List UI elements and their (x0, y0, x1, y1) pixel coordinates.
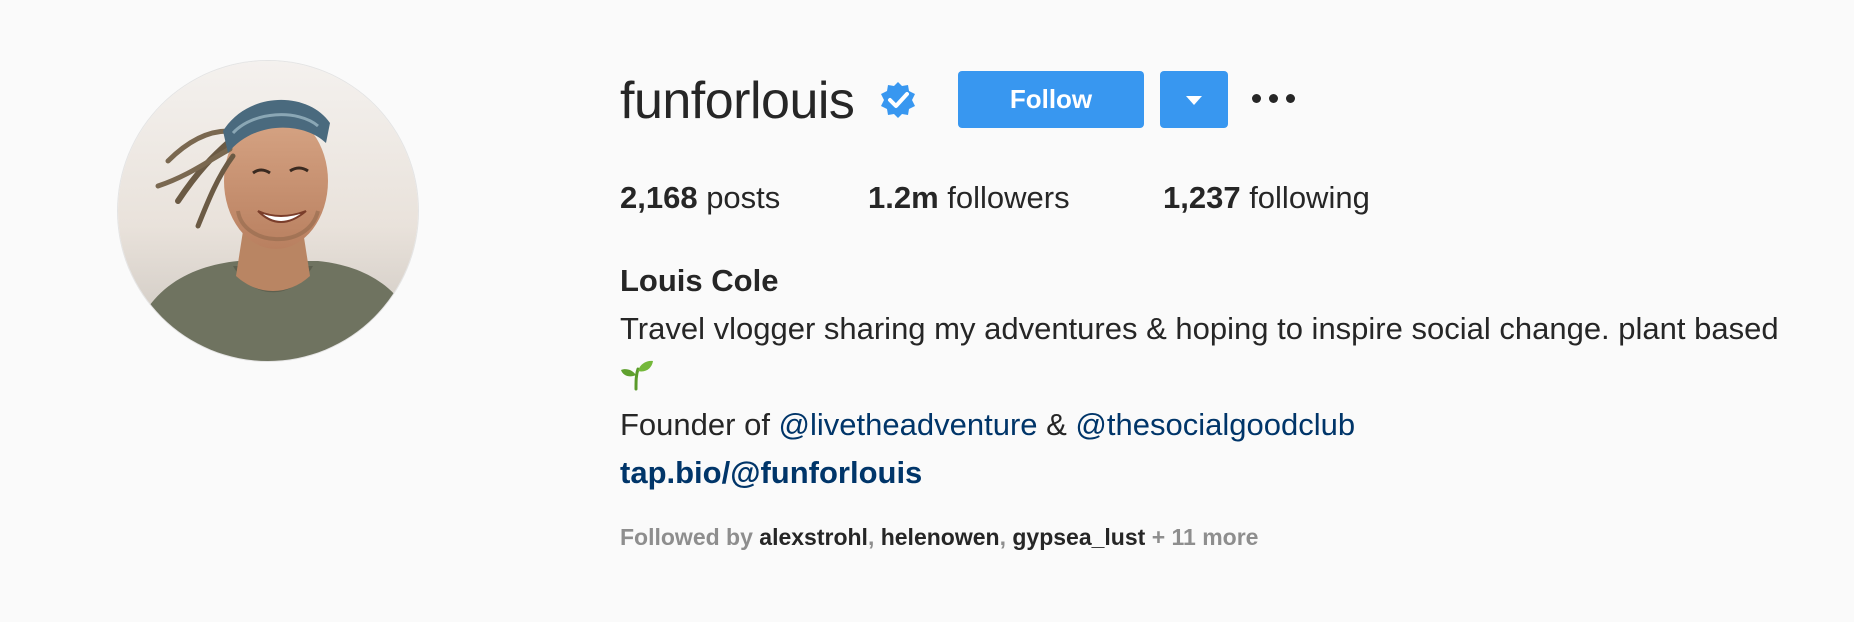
suggested-accounts-dropdown-button[interactable] (1160, 71, 1228, 128)
followed-by-user-helenowen[interactable]: helenowen (881, 524, 1000, 550)
ellipsis-icon (1252, 94, 1261, 103)
follow-button[interactable]: Follow (958, 71, 1144, 128)
avatar-photo (118, 61, 418, 361)
followed-by[interactable]: Followed by alexstrohl, helenowen, gypse… (620, 522, 1258, 552)
followers-link[interactable]: 1.2m followers (868, 178, 1070, 218)
following-label: following (1240, 180, 1370, 215)
followed-by-separator: , (867, 524, 881, 550)
verified-badge-icon (881, 82, 915, 118)
posts-count-value: 2,168 (620, 180, 698, 215)
profile-full-name: Louis Cole (620, 263, 779, 298)
more-options-button[interactable] (1252, 86, 1302, 112)
posts-count-label: posts (697, 180, 781, 215)
followers-label: followers (938, 180, 1070, 215)
ellipsis-dot (1286, 94, 1295, 103)
profile-website-link[interactable]: tap.bio/@funforlouis (620, 453, 922, 493)
mention-livetheadventure[interactable]: @livetheadventure (779, 407, 1038, 442)
caret-down-icon (1186, 96, 1202, 105)
seedling-icon (621, 360, 653, 391)
profile-bio: Travel vlogger sharing my adventures & h… (620, 311, 1779, 346)
profile-username: funforlouis (620, 72, 855, 130)
founder-ampersand: & (1037, 407, 1076, 442)
profile-avatar[interactable] (118, 61, 418, 361)
followed-by-user-alexstrohl[interactable]: alexstrohl (759, 524, 868, 550)
followed-by-separator: , (999, 524, 1013, 550)
followed-by-user-gypsea-lust[interactable]: gypsea_lust (1012, 524, 1145, 550)
followed-by-more[interactable]: + 11 more (1145, 524, 1259, 550)
mention-thesocialgoodclub[interactable]: @thesocialgoodclub (1075, 407, 1355, 442)
profile-founder-line: Founder of @livetheadventure & @thesocia… (620, 405, 1355, 445)
posts-count[interactable]: 2,168 posts (620, 178, 780, 218)
founder-prefix: Founder of (620, 407, 779, 442)
following-link[interactable]: 1,237 following (1163, 178, 1370, 218)
followers-count-value: 1.2m (868, 180, 939, 215)
followed-by-prefix: Followed by (620, 524, 760, 550)
ellipsis-dot (1269, 94, 1278, 103)
following-count-value: 1,237 (1163, 180, 1241, 215)
